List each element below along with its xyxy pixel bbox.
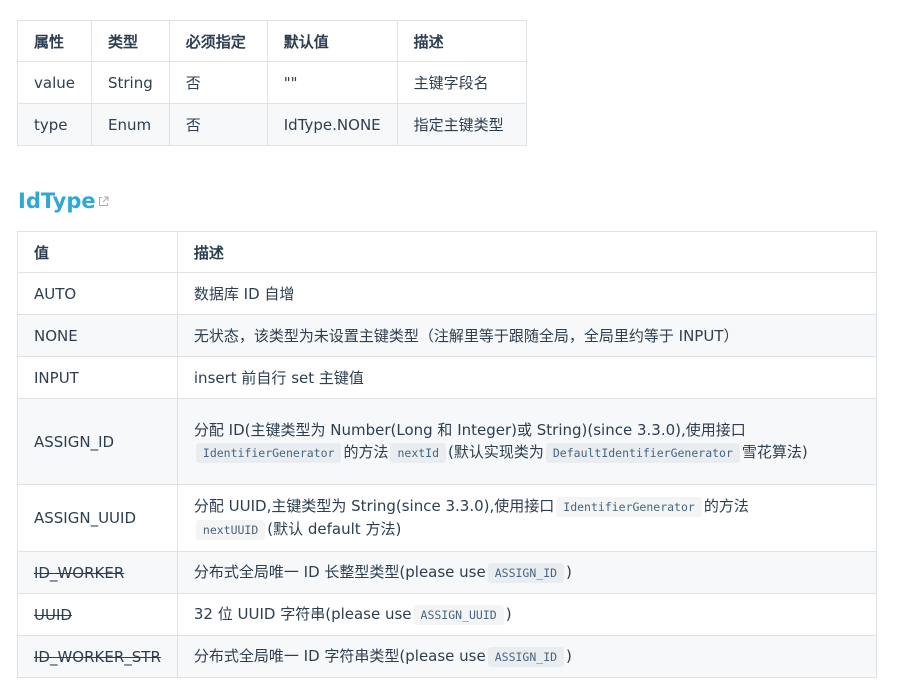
inline-code: ASSIGN_UUID (413, 605, 504, 625)
idtype-heading[interactable]: IdType (18, 186, 109, 217)
table-row: ID_WORKER 分布式全局唯一 ID 长整型类型(please use ASS… (17, 551, 878, 594)
description-text: ) (566, 563, 572, 581)
enum-value: INPUT (17, 356, 178, 399)
attribute-table: 属性 类型 必须指定 默认值 描述 value String 否 "" 主键字段… (17, 20, 527, 146)
inline-code: nextId (390, 443, 447, 463)
table-cell: IdType.NONE (266, 103, 398, 146)
description-text: (默认实现类为 (448, 443, 544, 461)
inline-code: ASSIGN_ID (487, 647, 565, 667)
inline-code: ASSIGN_ID (487, 563, 565, 583)
description-text: (默认 default 方法) (267, 520, 402, 538)
enum-description: 分配 UUID,主键类型为 String(since 3.3.0),使用接口 Id… (176, 484, 878, 552)
table-row: INPUT insert 前自行 set 主键值 (17, 356, 878, 399)
table-cell: value (17, 61, 92, 104)
description-text: 雪花算法) (741, 443, 808, 461)
column-header: 类型 (90, 20, 170, 62)
description-text: 分配 ID(主键类型为 Number(Long 和 Integer)或 Stri… (193, 421, 746, 439)
table-cell: "" (266, 61, 398, 104)
table-row: AUTO 数据库 ID 自增 (17, 272, 878, 315)
enum-description: 数据库 ID 自增 (176, 272, 878, 315)
table-header-row: 值 描述 (17, 231, 878, 273)
enum-description: insert 前自行 set 主键值 (176, 356, 878, 399)
inline-code: IdentifierGenerator (195, 443, 342, 463)
idtype-heading-link[interactable]: IdType (18, 189, 96, 213)
enum-value: AUTO (17, 272, 178, 315)
table-cell: 否 (168, 103, 268, 146)
table-cell: 主键字段名 (396, 61, 527, 104)
column-header: 描述 (396, 20, 527, 62)
enum-description: 32 位 UUID 字符串(please use ASSIGN_UUID) (176, 593, 878, 636)
idtype-table: 值 描述 AUTO 数据库 ID 自增 NONE 无状态，该类型为未设置主键类型… (17, 231, 878, 678)
description-text: 分布式全局唯一 ID 字符串类型(please use (193, 647, 486, 665)
table-row: ASSIGN_UUID 分配 UUID,主键类型为 String(since 3… (17, 484, 878, 552)
inline-code: IdentifierGenerator (556, 497, 702, 517)
table-row: UUID 32 位 UUID 字符串(please use ASSIGN_UUID… (17, 593, 878, 636)
deprecated-enum-value: UUID (17, 593, 178, 636)
column-header: 默认值 (266, 20, 398, 62)
table-row: NONE 无状态，该类型为未设置主键类型（注解里等于跟随全局，全局里约等于 IN… (17, 314, 878, 357)
description-text: 的方法 (343, 443, 389, 461)
table-cell: 指定主键类型 (396, 103, 527, 146)
table-row: value String 否 "" 主键字段名 (17, 61, 527, 104)
description-text: 32 位 UUID 字符串(please use (193, 605, 412, 623)
description-text: 分布式全局唯一 ID 长整型类型(please use (193, 563, 486, 581)
description-text: ) (566, 647, 572, 665)
deprecated-enum-value: ID_WORKER_STR (17, 635, 178, 678)
inline-code: DefaultIdentifierGenerator (545, 443, 740, 463)
enum-description: 无状态，该类型为未设置主键类型（注解里等于跟随全局，全局里约等于 INPUT） (176, 314, 878, 357)
table-cell: 否 (168, 61, 268, 104)
deprecated-enum-value: ID_WORKER (17, 551, 178, 594)
description-text: 的方法 (703, 497, 749, 515)
column-header: 必须指定 (168, 20, 268, 62)
description-text: ) (505, 605, 512, 623)
table-row: type Enum 否 IdType.NONE 指定主键类型 (17, 103, 527, 146)
enum-description: 分配 ID(主键类型为 Number(Long 和 Integer)或 Stri… (176, 398, 878, 485)
column-header: 属性 (17, 20, 92, 62)
inline-code: nextUUID (195, 520, 266, 540)
enum-value: ASSIGN_UUID (17, 484, 178, 552)
enum-value: ASSIGN_ID (17, 398, 178, 485)
column-header: 值 (17, 231, 178, 273)
table-row: ID_WORKER_STR 分布式全局唯一 ID 字符串类型(please us… (17, 635, 878, 678)
enum-description: 分布式全局唯一 ID 长整型类型(please use ASSIGN_ID) (176, 551, 878, 594)
table-cell: type (17, 103, 92, 146)
table-header-row: 属性 类型 必须指定 默认值 描述 (17, 20, 527, 62)
description-text: 分配 UUID,主键类型为 String(since 3.3.0),使用接口 (193, 497, 555, 515)
enum-value: NONE (17, 314, 178, 357)
external-link-icon[interactable] (98, 185, 109, 215)
table-cell: String (90, 61, 170, 104)
table-row: ASSIGN_ID 分配 ID(主键类型为 Number(Long 和 Inte… (17, 398, 878, 485)
column-header: 描述 (176, 231, 878, 273)
table-cell: Enum (90, 103, 170, 146)
enum-description: 分布式全局唯一 ID 字符串类型(please use ASSIGN_ID) (176, 635, 878, 678)
